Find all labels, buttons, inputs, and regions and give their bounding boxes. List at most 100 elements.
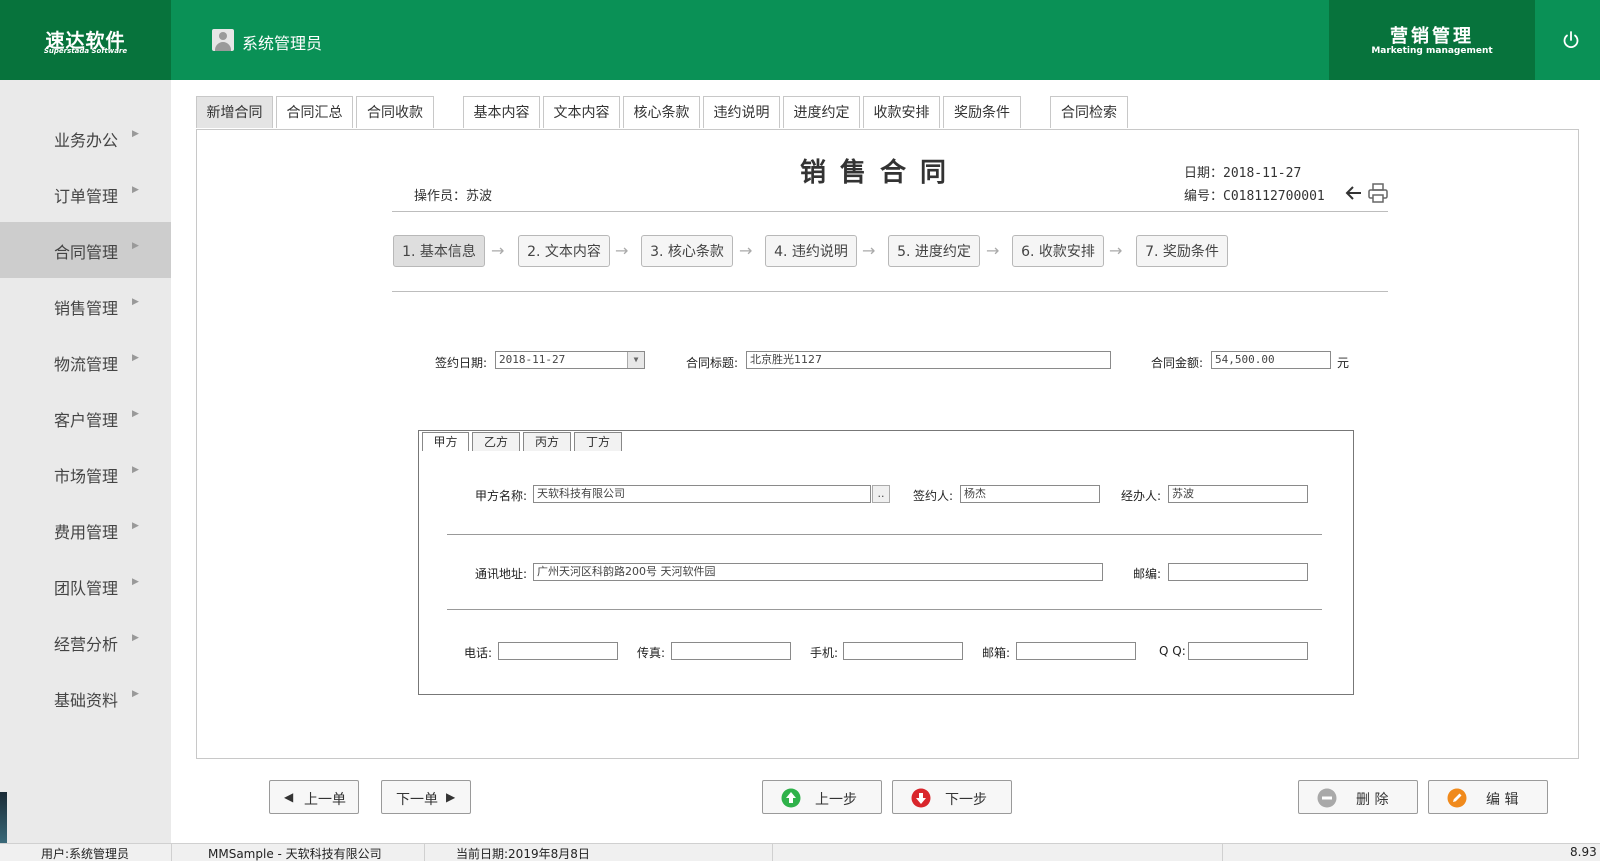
chevron-right-icon: ▶ bbox=[132, 185, 139, 195]
chevron-right-icon: ▶ bbox=[132, 297, 139, 307]
sidebar-item-label: 业务办公 bbox=[54, 131, 119, 150]
phone-field[interactable] bbox=[498, 642, 618, 660]
sidebar-item-team-management[interactable]: 团队管理 ▶ bbox=[0, 558, 171, 614]
module-badge: 营销管理 Marketing management bbox=[1329, 0, 1535, 80]
step-core-terms[interactable]: 3. 核心条款 bbox=[641, 235, 733, 267]
qq-field[interactable] bbox=[1188, 642, 1308, 660]
tab-party-a[interactable]: 甲方 bbox=[422, 432, 469, 451]
sidebar-item-expense-management[interactable]: 费用管理 ▶ bbox=[0, 502, 171, 558]
tab-reward-conditions[interactable]: 奖励条件 bbox=[943, 96, 1021, 128]
sidebar-item-market-management[interactable]: 市场管理 ▶ bbox=[0, 446, 171, 502]
address-field[interactable]: 广州天河区科韵路200号 天河软件园 bbox=[533, 563, 1103, 581]
step-text-content[interactable]: 2. 文本内容 bbox=[518, 235, 610, 267]
sidebar-item-basic-data[interactable]: 基础资料 ▶ bbox=[0, 670, 171, 726]
chevron-right-icon: ▶ bbox=[132, 409, 139, 419]
step-basic-info[interactable]: 1. 基本信息 bbox=[393, 235, 485, 267]
tab-new-contract[interactable]: 新增合同 bbox=[196, 96, 273, 128]
currency-unit: 元 bbox=[1337, 356, 1350, 370]
arrow-right-icon: → bbox=[862, 241, 876, 260]
contract-amount-field[interactable]: 54,500.00 bbox=[1211, 351, 1331, 369]
sidebar-item-logistics-management[interactable]: 物流管理 ▶ bbox=[0, 334, 171, 390]
sidebar-item-customer-management[interactable]: 客户管理 ▶ bbox=[0, 390, 171, 446]
prev-step-label: 上一步 bbox=[815, 792, 857, 808]
prev-step-button[interactable]: 上一步 bbox=[762, 780, 882, 814]
sidebar-item-sales-management[interactable]: 销售管理 ▶ bbox=[0, 278, 171, 334]
logo-en-text: Superstada Software bbox=[43, 47, 128, 55]
sidebar-item-label: 团队管理 bbox=[54, 579, 119, 598]
back-arrow-icon[interactable] bbox=[1345, 184, 1363, 202]
arrow-right-icon: → bbox=[1109, 241, 1123, 260]
tab-text-content[interactable]: 文本内容 bbox=[543, 96, 620, 128]
tab-contract-search[interactable]: 合同检索 bbox=[1050, 96, 1128, 128]
fax-label: 传真: bbox=[637, 646, 666, 660]
chevron-right-icon: ▶ bbox=[132, 633, 139, 643]
party-browse-button[interactable]: .. bbox=[872, 485, 890, 503]
status-bar: 用户:系统管理员 MMSample - 天软科技有限公司 当前日期:2019年8… bbox=[0, 843, 1600, 861]
fax-field[interactable] bbox=[671, 642, 791, 660]
qq-label: Q Q: bbox=[1159, 644, 1186, 658]
sidebar-item-label: 客户管理 bbox=[54, 411, 119, 430]
current-user-name: 系统管理员 bbox=[242, 34, 323, 53]
next-step-label: 下一步 bbox=[945, 792, 987, 808]
tab-breach-description[interactable]: 违约说明 bbox=[703, 96, 780, 128]
status-separator bbox=[1222, 844, 1223, 861]
step-breach-description[interactable]: 4. 违约说明 bbox=[765, 235, 857, 267]
delete-button[interactable]: 删 除 bbox=[1298, 780, 1418, 814]
power-icon[interactable] bbox=[1560, 29, 1582, 51]
handler-field[interactable]: 苏波 bbox=[1168, 485, 1308, 503]
tab-contract-receipts[interactable]: 合同收款 bbox=[356, 96, 434, 128]
dropdown-arrow-icon[interactable]: ▼ bbox=[627, 352, 644, 368]
party-name-field[interactable]: 天软科技有限公司 bbox=[533, 485, 871, 503]
next-step-button[interactable]: 下一步 bbox=[892, 780, 1012, 814]
pencil-icon bbox=[1447, 788, 1467, 808]
tab-party-c[interactable]: 丙方 bbox=[523, 432, 571, 451]
edit-button[interactable]: 编 辑 bbox=[1428, 780, 1548, 814]
tab-contract-summary[interactable]: 合同汇总 bbox=[276, 96, 353, 128]
sidebar-item-contract-management[interactable]: 合同管理 ▶ bbox=[0, 222, 171, 278]
arrow-up-circle-icon bbox=[781, 788, 801, 808]
step-progress-agreement[interactable]: 5. 进度约定 bbox=[888, 235, 980, 267]
contract-title-field[interactable]: 北京胜光1127 bbox=[746, 351, 1111, 369]
prev-document-button[interactable]: ◀ 上一单 bbox=[269, 780, 359, 814]
module-subtitle: Marketing management bbox=[1371, 46, 1493, 56]
tab-progress-agreement[interactable]: 进度约定 bbox=[783, 96, 860, 128]
print-icon[interactable] bbox=[1367, 182, 1389, 204]
document-code: 编号：C018112700001 bbox=[1184, 189, 1325, 204]
signer-field[interactable]: 杨杰 bbox=[960, 485, 1100, 503]
page-title: 销售合同 bbox=[800, 158, 961, 188]
chevron-right-icon: ▶ bbox=[132, 353, 139, 363]
next-document-button[interactable]: 下一单 ▶ bbox=[381, 780, 471, 814]
divider bbox=[392, 291, 1388, 292]
sign-date-value: 2018-11-27 bbox=[499, 353, 566, 366]
triangle-left-icon: ◀ bbox=[284, 790, 294, 804]
sidebar: 业务办公 ▶ 订单管理 ▶ 合同管理 ▶ 销售管理 ▶ 物流管理 ▶ 客户管理 … bbox=[0, 80, 171, 843]
prev-document-label: 上一单 bbox=[304, 792, 346, 808]
tab-core-terms[interactable]: 核心条款 bbox=[623, 96, 700, 128]
divider bbox=[447, 609, 1322, 610]
sidebar-item-business-office[interactable]: 业务办公 ▶ bbox=[0, 110, 171, 166]
sign-date-field[interactable]: 2018-11-27 ▼ bbox=[495, 351, 645, 369]
sidebar-item-business-analysis[interactable]: 经营分析 ▶ bbox=[0, 614, 171, 670]
sidebar-item-order-management[interactable]: 订单管理 ▶ bbox=[0, 166, 171, 222]
email-field[interactable] bbox=[1016, 642, 1136, 660]
zip-field[interactable] bbox=[1168, 563, 1308, 581]
arrow-right-icon: → bbox=[491, 241, 505, 260]
edit-label: 编 辑 bbox=[1486, 792, 1519, 808]
divider bbox=[392, 211, 1388, 212]
chevron-right-icon: ▶ bbox=[132, 521, 139, 531]
zip-label: 邮编: bbox=[1133, 567, 1162, 581]
phone-label: 电话: bbox=[464, 646, 493, 660]
signer-label: 签约人: bbox=[913, 489, 954, 503]
next-document-label: 下一单 bbox=[396, 792, 438, 808]
tab-party-b[interactable]: 乙方 bbox=[472, 432, 520, 451]
tab-basic-content[interactable]: 基本内容 bbox=[463, 96, 540, 128]
tab-party-d[interactable]: 丁方 bbox=[574, 432, 622, 451]
mobile-field[interactable] bbox=[843, 642, 963, 660]
address-label: 通讯地址: bbox=[475, 567, 528, 581]
chevron-right-icon: ▶ bbox=[132, 241, 139, 251]
sidebar-item-label: 经营分析 bbox=[54, 635, 119, 654]
tab-payment-schedule[interactable]: 收款安排 bbox=[863, 96, 940, 128]
status-separator bbox=[772, 844, 773, 861]
step-payment-schedule[interactable]: 6. 收款安排 bbox=[1012, 235, 1104, 267]
step-reward-conditions[interactable]: 7. 奖励条件 bbox=[1136, 235, 1228, 267]
